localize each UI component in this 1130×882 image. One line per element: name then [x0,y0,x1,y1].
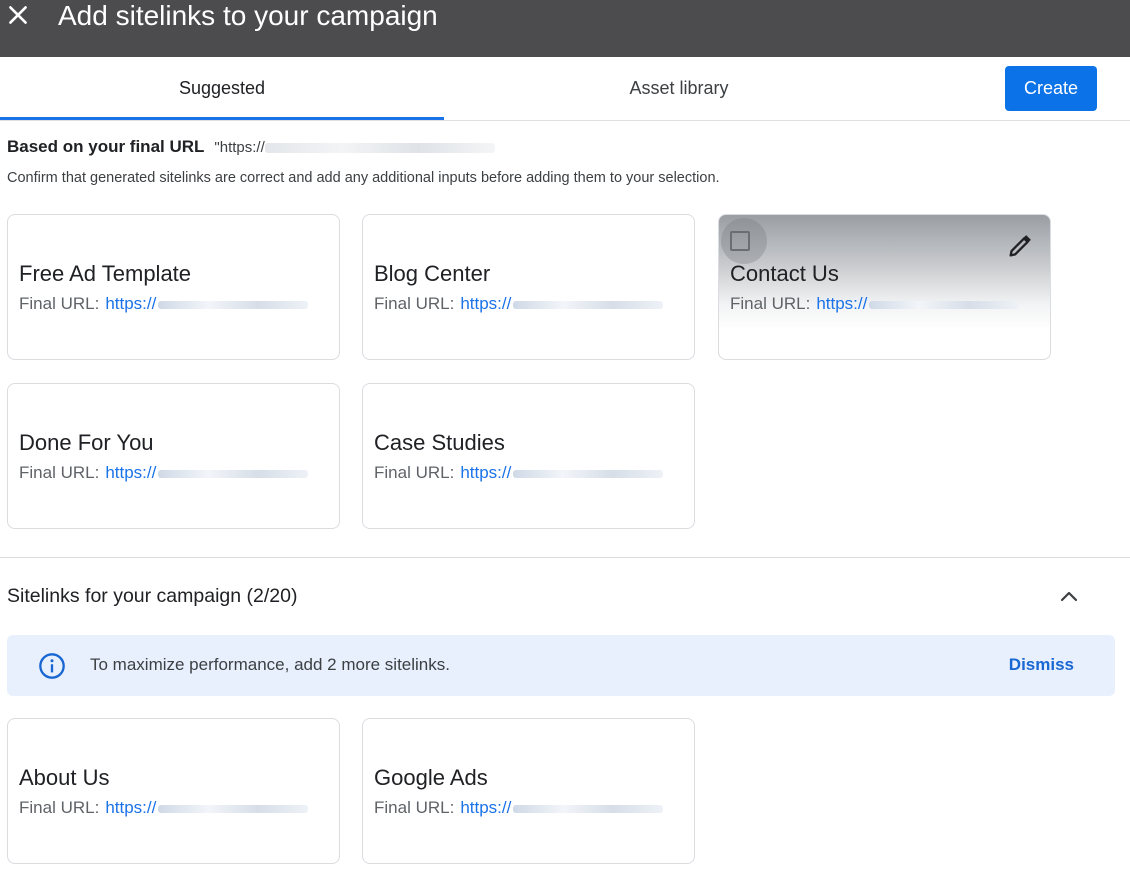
redacted-url [513,300,664,309]
sitelink-card-contact-us[interactable]: Contact Us Final URL: https:// [718,214,1051,360]
select-checkbox[interactable] [730,231,750,251]
final-url-value: "https:// [214,139,495,156]
active-tab-indicator [0,117,444,120]
selected-sitelinks-heading: Sitelinks for your campaign (2/20) [7,585,298,607]
section-divider [0,557,1130,558]
redacted-url [158,469,309,478]
redacted-url [869,300,1020,309]
sitelink-final-url: Final URL: https:// [374,798,664,818]
sitelink-title: Free Ad Template [19,261,192,286]
redacted-url [513,469,664,478]
sitelink-final-url: Final URL: https:// [730,294,1020,314]
info-icon [39,653,65,679]
final-url-link[interactable]: https:// [460,463,511,482]
final-url-label: Final URL: [19,798,100,817]
tab-asset-library-label: Asset library [629,78,729,98]
sitelink-title: Contact Us [730,261,839,286]
sitelink-card-free-ad-template[interactable]: Free Ad Template Final URL: https:// [7,214,340,360]
selected-sitelink-about-us[interactable]: About Us Final URL: https:// [7,718,340,864]
dialog-header: Add sitelinks to your campaign [0,0,1130,57]
selected-sitelink-google-ads[interactable]: Google Ads Final URL: https:// [362,718,695,864]
based-on-label: Based on your final URL [7,137,205,156]
sitelink-card-blog-center[interactable]: Blog Center Final URL: https:// [362,214,695,360]
chevron-up-icon[interactable] [1056,585,1082,609]
sitelink-card-done-for-you[interactable]: Done For You Final URL: https:// [7,383,340,529]
final-url-link[interactable]: https:// [105,463,156,482]
redacted-url [158,804,309,813]
sitelink-final-url: Final URL: https:// [19,463,309,483]
close-icon[interactable] [5,2,31,28]
dialog-title: Add sitelinks to your campaign [58,0,438,31]
final-url-link[interactable]: https:// [105,294,156,313]
sitelink-final-url: Final URL: https:// [19,294,309,314]
final-url-link[interactable]: https:// [816,294,867,313]
dismiss-button[interactable]: Dismiss [1009,655,1074,675]
sitelink-title: About Us [19,765,110,790]
create-button[interactable]: Create [1005,66,1097,111]
final-url-link[interactable]: https:// [460,294,511,313]
sitelink-card-case-studies[interactable]: Case Studies Final URL: https:// [362,383,695,529]
tab-asset-library[interactable]: Asset library [444,57,914,120]
final-url-link[interactable]: https:// [105,798,156,817]
sitelink-final-url: Final URL: https:// [374,463,664,483]
redacted-url [158,300,309,309]
final-url-link[interactable]: https:// [460,798,511,817]
info-banner: To maximize performance, add 2 more site… [7,635,1115,696]
final-url-label: Final URL: [19,294,100,313]
tab-suggested-label: Suggested [178,78,266,98]
redacted-url [513,804,664,813]
sitelink-title: Done For You [19,430,154,455]
final-url-label: Final URL: [730,294,811,313]
pencil-icon[interactable] [1006,232,1034,260]
final-url-prefix: "https:// [214,139,265,156]
sitelink-title: Case Studies [374,430,505,455]
sitelink-title: Blog Center [374,261,491,286]
tab-bar: Suggested Asset library [0,57,1130,121]
sitelink-title: Google Ads [374,765,488,790]
final-url-label: Final URL: [374,463,455,482]
sitelink-final-url: Final URL: https:// [374,294,664,314]
final-url-label: Final URL: [374,798,455,817]
based-on-url-row: Based on your final URL "https:// [7,137,495,157]
confirm-instructions: Confirm that generated sitelinks are cor… [7,170,720,186]
redacted-url [264,143,495,154]
banner-message: To maximize performance, add 2 more site… [90,655,450,674]
final-url-label: Final URL: [374,294,455,313]
tab-suggested[interactable]: Suggested [0,57,444,120]
sitelink-final-url: Final URL: https:// [19,798,309,818]
final-url-label: Final URL: [19,463,100,482]
